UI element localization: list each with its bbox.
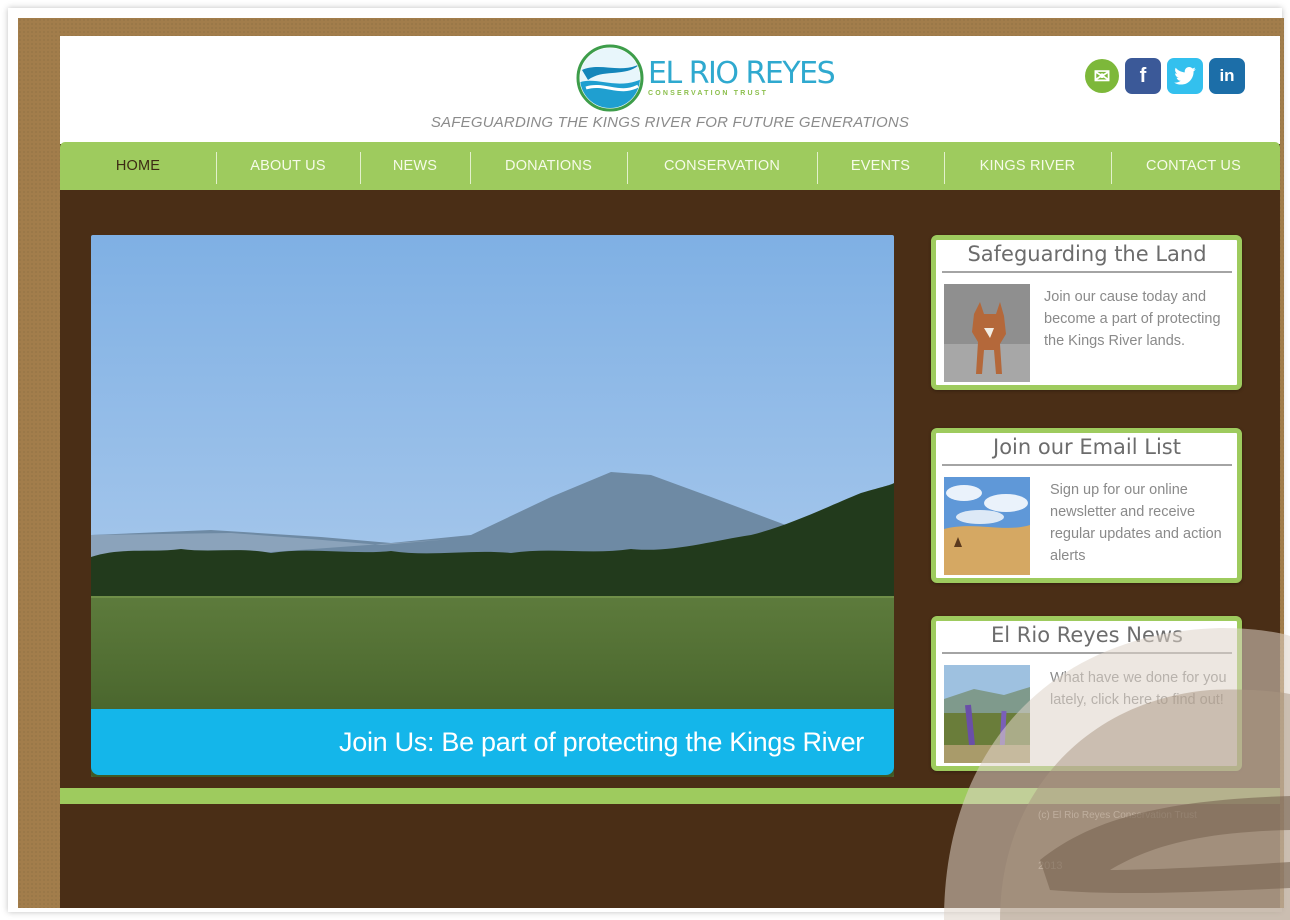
site-tagline: SAFEGUARDING THE KINGS RIVER FOR FUTURE … xyxy=(430,114,910,131)
twitter-icon[interactable] xyxy=(1167,58,1203,94)
card-title: Safeguarding the Land xyxy=(942,242,1232,273)
social-links: ✉ f in xyxy=(1085,58,1245,94)
logo-name: EL RIO REYES xyxy=(648,56,836,91)
page-container: EL RIO REYES CONSERVATION TRUST SAFEGUAR… xyxy=(60,36,1280,908)
hero-slideshow-image[interactable] xyxy=(91,235,894,777)
fox-thumbnail xyxy=(944,284,1030,382)
card-email-list[interactable]: Join our Email List Sign up for our onli… xyxy=(931,428,1242,583)
card-title: Join our Email List xyxy=(942,435,1232,466)
logo-subtitle: CONSERVATION TRUST xyxy=(648,90,769,97)
twitter-bird-icon xyxy=(1174,67,1196,85)
nav-kings-river[interactable]: KINGS RIVER xyxy=(944,142,1111,190)
mountain-meadow-photo xyxy=(91,235,894,777)
hero-caption[interactable]: Join Us: Be part of protecting the Kings… xyxy=(91,709,894,775)
card-text: Join our cause today and become a part o… xyxy=(1044,289,1221,349)
nav-home[interactable]: HOME xyxy=(60,142,216,190)
main-nav: HOME ABOUT US NEWS DONATIONS CONSERVATIO… xyxy=(60,142,1280,190)
site-logo[interactable]: EL RIO REYES CONSERVATION TRUST xyxy=(576,44,836,112)
card-title: El Rio Reyes News xyxy=(942,623,1232,654)
nav-contact-us[interactable]: CONTACT US xyxy=(1111,142,1276,190)
nav-news[interactable]: NEWS xyxy=(360,142,470,190)
nav-events[interactable]: EVENTS xyxy=(817,142,944,190)
facebook-icon[interactable]: f xyxy=(1125,58,1161,94)
kraft-paper-background: EL RIO REYES CONSERVATION TRUST SAFEGUAR… xyxy=(18,18,1284,908)
linkedin-icon[interactable]: in xyxy=(1209,58,1245,94)
nav-conservation[interactable]: CONSERVATION xyxy=(627,142,817,190)
wildflower-thumbnail xyxy=(944,665,1030,763)
card-text: Sign up for our online newsletter and re… xyxy=(1050,482,1222,564)
river-logo-icon xyxy=(576,44,644,112)
card-text: What have we done for you lately, click … xyxy=(1050,670,1227,708)
footer-band xyxy=(60,788,1280,804)
card-safeguarding-land[interactable]: Safeguarding the Land Join our cause tod… xyxy=(931,235,1242,390)
email-icon[interactable]: ✉ xyxy=(1085,59,1119,93)
footer-year: 2013 xyxy=(1038,860,1063,872)
nav-about-us[interactable]: ABOUT US xyxy=(216,142,360,190)
footer-copyright: (c) El Rio Reyes Conservation Trust xyxy=(1038,810,1197,821)
card-news[interactable]: El Rio Reyes News What have we done for … xyxy=(931,616,1242,771)
site-header: EL RIO REYES CONSERVATION TRUST SAFEGUAR… xyxy=(60,36,1280,144)
field-thumbnail xyxy=(944,477,1030,575)
nav-donations[interactable]: DONATIONS xyxy=(470,142,627,190)
